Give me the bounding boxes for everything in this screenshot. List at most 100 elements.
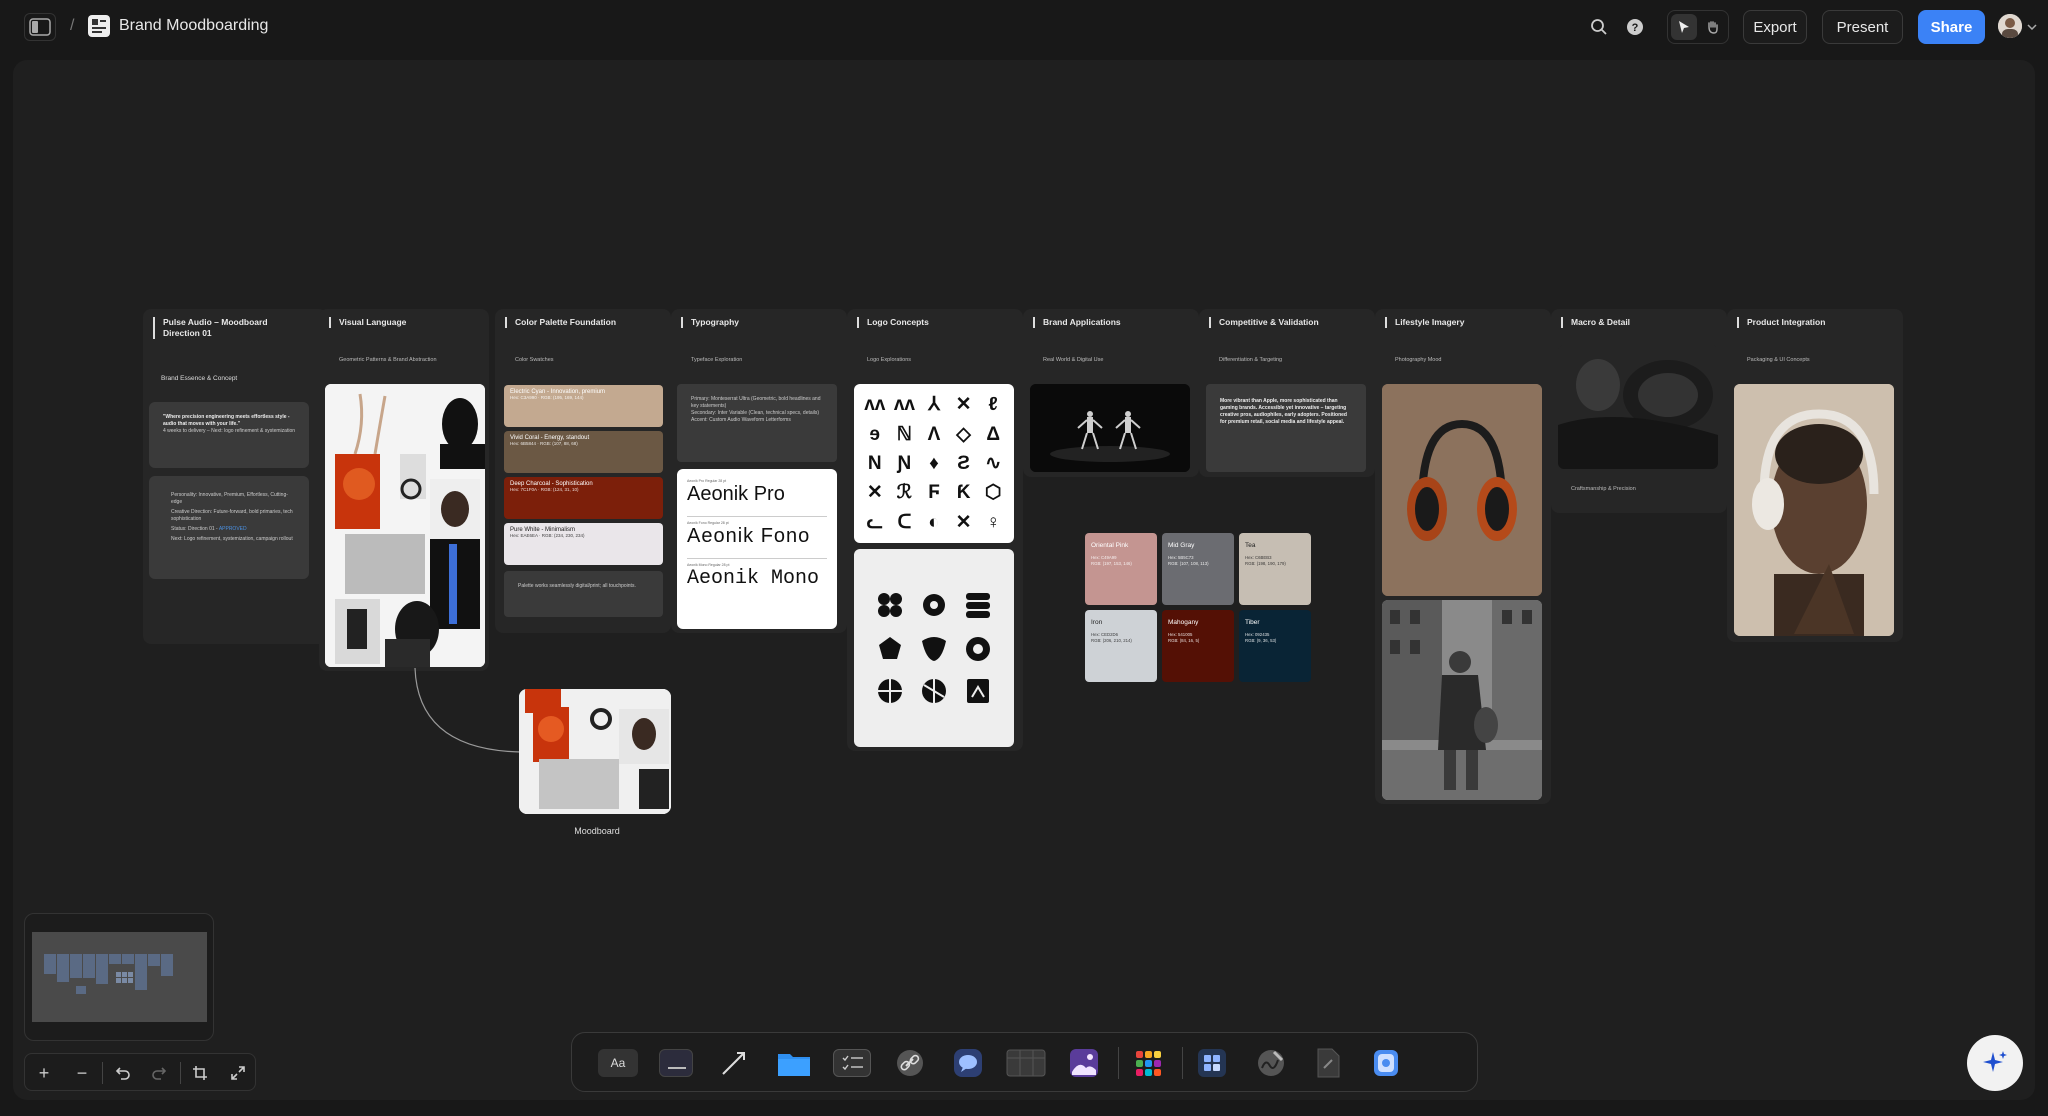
logo-glyph-icon[interactable]: ♦	[919, 454, 949, 473]
logo-glyph-icon[interactable]: ɘ	[860, 425, 890, 444]
type-secondary: Secondary: Inter Variable (Clean, techni…	[691, 410, 820, 416]
folder-icon[interactable]	[774, 1045, 814, 1081]
card-logo-concepts[interactable]: Logo Concepts Logo Explorations ʌʌ ʌʌ ⅄ ✕ ℓ ɘ…	[847, 309, 1023, 751]
collage-image[interactable]	[325, 384, 485, 667]
help-icon[interactable]: ?	[1623, 15, 1647, 39]
redo-icon[interactable]	[141, 1054, 179, 1092]
card-title: Pulse Audio – Moodboard Direction 01	[153, 317, 273, 339]
card-brand-applications[interactable]: Brand Applications Real World & Digital …	[1023, 309, 1199, 477]
swatch-pure-white[interactable]: Pure White - Minimalism Hex: EAE6EA · RG…	[504, 523, 663, 565]
search-icon[interactable]	[1587, 15, 1611, 39]
street-image[interactable]	[1382, 600, 1542, 800]
logo-glyph-icon[interactable]: ʌʌ	[890, 395, 920, 414]
logo-glyph-icon[interactable]: ᑕ	[890, 513, 920, 532]
logo-grid[interactable]: ʌʌ ʌʌ ⅄ ✕ ℓ ɘ ℕ Ʌ ◇ Δ Ν Ɲ ♦ Ƨ ∿ ✕ ℛ Ϝ Ƙ ⬡ ᓚ ᑕ ◐ ✕ ♀	[854, 384, 1014, 543]
chevron-down-icon[interactable]	[2026, 21, 2038, 33]
logo-glyph-icon[interactable]: Ʌ	[919, 425, 949, 444]
logo-glyph-icon[interactable]: ♀	[978, 513, 1008, 532]
macro-image[interactable]	[1558, 345, 1718, 469]
logo-glyph-icon[interactable]: ✕	[949, 513, 979, 532]
present-button[interactable]: Present	[1822, 10, 1903, 44]
swatch-rgb: RGB: (197, 153, 146)	[1091, 561, 1132, 566]
zoom-in-icon[interactable]: +	[25, 1054, 63, 1092]
type-specimen[interactable]: Aeonik Pro Regular 28 pt Aeonik Pro Aeon…	[677, 469, 837, 629]
pointer-icon[interactable]	[1671, 14, 1697, 40]
swatch-deep-charcoal[interactable]: Deep Charcoal - Sophistication Hex: 7C1F…	[504, 477, 663, 519]
logo-glyph-icon[interactable]: Ƙ	[949, 483, 979, 502]
type-accent: Accent: Custom Audio Waveform Letterform…	[691, 417, 791, 423]
swatch-mahogany[interactable]: Mahogany Hex: 541005 RGB: (84, 16, 5)	[1162, 610, 1234, 682]
generate-tool-icon[interactable]	[1366, 1045, 1406, 1081]
minimap[interactable]	[24, 913, 214, 1041]
logo-glyph-icon[interactable]: ᓚ	[860, 513, 890, 532]
page-title[interactable]: Brand Moodboarding	[119, 17, 268, 35]
product-image[interactable]	[1734, 384, 1894, 636]
swatch-name: Mahogany	[1168, 619, 1199, 626]
line-tool-icon[interactable]	[714, 1045, 754, 1081]
card-typography[interactable]: Typography Typeface Exploration Primary:…	[671, 309, 847, 633]
logo-glyph-icon[interactable]: Ɲ	[890, 454, 920, 473]
logo-glyph-icon[interactable]: Δ	[978, 425, 1008, 444]
minimap-viewport[interactable]	[32, 932, 207, 1022]
card-concept[interactable]: Pulse Audio – Moodboard Direction 01 Bra…	[143, 309, 327, 644]
logo-glyph-icon[interactable]: ✕	[860, 483, 890, 502]
apps-grid-icon[interactable]	[1128, 1045, 1168, 1081]
export-button[interactable]: Export	[1743, 10, 1807, 44]
card-lifestyle[interactable]: Lifestyle Imagery Photography Mood	[1375, 309, 1551, 804]
crop-icon[interactable]	[181, 1054, 219, 1092]
logo-glyph-icon[interactable]: ∿	[978, 454, 1008, 473]
pen-tool-icon[interactable]	[1250, 1045, 1290, 1081]
undo-icon[interactable]	[103, 1054, 141, 1092]
comp-text: More vibrant than Apple, more sophistica…	[1220, 398, 1347, 425]
logo-glyph-icon[interactable]: Ϝ	[919, 483, 949, 502]
swatch-tiber[interactable]: Tiber Hex: 092435 RGB: (9, 36, 53)	[1239, 610, 1311, 682]
text-tool-icon[interactable]: Aa	[598, 1045, 638, 1081]
card-competitive[interactable]: Competitive & Validation Differentiation…	[1199, 309, 1375, 477]
card-product-integration[interactable]: Product Integration Packaging & UI Conce…	[1727, 309, 1903, 642]
swatch-oriental-pink[interactable]: Oriental Pink Hex: C49A99 RGB: (197, 153…	[1085, 533, 1157, 605]
logo-glyph-icon[interactable]: ⅄	[919, 395, 949, 414]
logo-glyph-icon[interactable]: ℓ	[978, 395, 1008, 414]
card-color-palette[interactable]: Color Palette Foundation Color Swatches …	[495, 309, 671, 633]
table-tool-icon[interactable]	[1006, 1045, 1046, 1081]
logo-glyph-icon[interactable]: Ν	[860, 454, 890, 473]
card-subtitle: Real World & Digital Use	[1043, 357, 1104, 363]
note-tool-icon[interactable]	[656, 1045, 696, 1081]
logo-glyph-icon[interactable]: ✕	[949, 395, 979, 414]
dancers-image[interactable]	[1030, 384, 1190, 472]
image-tool-icon[interactable]	[1064, 1045, 1104, 1081]
logo-glyph-icon[interactable]: ℕ	[890, 425, 920, 444]
swatch-electric-cyan[interactable]: Electric Cyan - Innovation, premium Hex:…	[504, 385, 663, 427]
moodboard-folder[interactable]	[519, 689, 671, 814]
moodboard-label[interactable]: Moodboard	[558, 826, 636, 836]
ai-assistant-button[interactable]	[1967, 1035, 2023, 1091]
logo-glyph-icon[interactable]: ◐	[919, 513, 949, 532]
logo-glyph-icon[interactable]: ⬡	[978, 483, 1008, 502]
logo-glyph-icon[interactable]: Ƨ	[949, 454, 979, 473]
comment-tool-icon[interactable]	[948, 1045, 988, 1081]
swatch-vivid-coral[interactable]: Vivid Coral - Energy, standout Hex: 6B58…	[504, 431, 663, 473]
fullscreen-icon[interactable]	[219, 1054, 257, 1092]
link-tool-icon[interactable]	[890, 1045, 930, 1081]
headphones-image[interactable]	[1382, 384, 1542, 596]
avatar[interactable]	[1998, 14, 2022, 38]
swatch-mid-gray[interactable]: Mid Gray Hex: 5B5C73 RGB: (107, 108, 113…	[1162, 533, 1234, 605]
checklist-icon[interactable]	[832, 1045, 872, 1081]
logo-glyph-icon[interactable]: ʌʌ	[860, 395, 890, 414]
board-canvas[interactable]: Pulse Audio – Moodboard Direction 01 Bra…	[13, 60, 2035, 1100]
sidebar-toggle-icon[interactable]	[24, 13, 56, 41]
document-tool-icon[interactable]	[1308, 1045, 1348, 1081]
hand-icon[interactable]	[1700, 14, 1726, 40]
logo-glyph-icon[interactable]: ◇	[949, 425, 979, 444]
share-button[interactable]: Share	[1918, 10, 1985, 44]
logo-grid-secondary[interactable]	[854, 549, 1014, 747]
zoom-out-icon[interactable]: −	[63, 1054, 101, 1092]
card-macro-detail[interactable]: Macro & Detail Craftsmanship & Precision	[1551, 309, 1727, 513]
logo-glyph-icon[interactable]: ℛ	[890, 483, 920, 502]
widget-tool-icon[interactable]	[1192, 1045, 1232, 1081]
dock-divider	[1182, 1047, 1183, 1079]
swatch-iron[interactable]: Iron Hex: CED2D6 RGB: (206, 210, 214)	[1085, 610, 1157, 682]
swatch-rgb: RGB: (84, 16, 5)	[1168, 638, 1200, 643]
card-visual-language[interactable]: Visual Language Geometric Patterns & Bra…	[319, 309, 489, 671]
swatch-tea[interactable]: Tea Hex: C6BEB3 RGB: (198, 190, 179)	[1239, 533, 1311, 605]
